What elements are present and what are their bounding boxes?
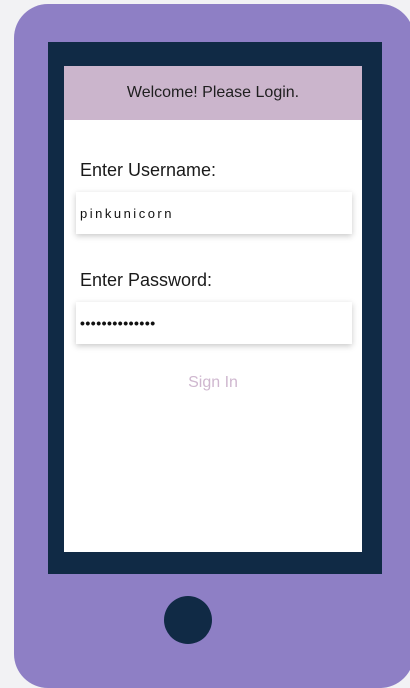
phone-frame: Welcome! Please Login. Enter Username: p…	[14, 4, 410, 688]
page-title: Welcome! Please Login.	[126, 84, 300, 101]
password-masked-value: ••••••••••••••	[80, 315, 156, 331]
home-button-icon[interactable]	[164, 596, 212, 644]
username-label: Enter Username:	[80, 160, 217, 180]
username-value: pinkunicorn	[80, 205, 174, 221]
sign-in-button[interactable]: Sign In	[64, 374, 362, 392]
username-input[interactable]: pinkunicorn	[76, 192, 352, 234]
login-header: Welcome! Please Login.	[64, 66, 362, 120]
password-input[interactable]: ••••••••••••••	[76, 302, 352, 344]
phone-bezel: Welcome! Please Login. Enter Username: p…	[48, 42, 382, 574]
login-screen: Welcome! Please Login. Enter Username: p…	[64, 66, 362, 552]
password-label: Enter Password:	[80, 270, 213, 290]
